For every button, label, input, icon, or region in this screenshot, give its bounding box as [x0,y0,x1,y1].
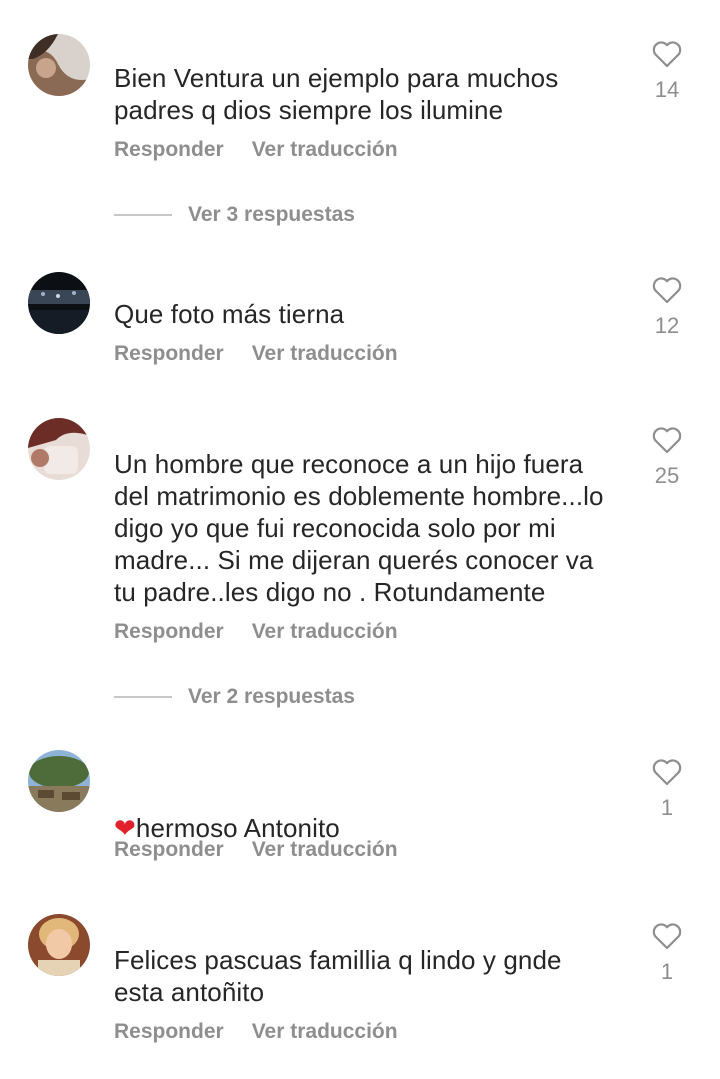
avatar-image [28,272,90,334]
translate-button[interactable]: Ver traducción [252,620,398,650]
reply-button[interactable]: Responder [114,138,224,168]
like-group: 25 [646,426,688,488]
view-replies-button[interactable]: Ver 2 respuestas [114,682,355,712]
replies-divider [114,214,172,216]
translate-button[interactable]: Ver traducción [252,838,398,868]
reply-button[interactable]: Responder [114,838,224,868]
heart-outline-icon[interactable] [652,758,682,786]
comment-actions: Responder Ver traducción [114,138,398,168]
comment-actions: Responder Ver traducción [114,342,398,372]
avatar[interactable] [28,914,90,976]
view-replies-label: Ver 3 respuestas [188,203,355,226]
replies-divider [114,696,172,698]
translate-button[interactable]: Ver traducción [252,1020,398,1050]
comment-text: ❤hermoso Antonito [114,780,634,844]
reply-button[interactable]: Responder [114,342,224,372]
comment-text: Que foto más tierna [114,299,345,329]
like-group: 14 [646,40,688,102]
avatar[interactable] [28,418,90,480]
heart-outline-icon[interactable] [652,276,682,304]
reply-button[interactable]: Responder [114,1020,224,1050]
like-count: 12 [654,313,680,338]
like-group: 12 [646,276,688,338]
heart-outline-icon[interactable] [652,40,682,68]
like-count: 1 [660,959,674,984]
view-replies-label: Ver 2 respuestas [188,685,355,708]
like-count: 25 [654,463,680,488]
translate-button[interactable]: Ver traducción [252,138,398,168]
comment-actions: Responder Ver traducción [114,620,398,650]
avatar[interactable] [28,34,90,96]
translate-button[interactable]: Ver traducción [252,342,398,372]
comment-text: Bien Ventura un ejemplo para muchos padr… [114,63,559,125]
comment-actions: Responder Ver traducción [114,838,398,868]
like-group: 1 [646,758,688,820]
avatar-image [28,418,90,480]
avatar[interactable] [28,272,90,334]
like-count: 14 [654,77,680,102]
avatar-image [28,34,90,96]
reply-button[interactable]: Responder [114,620,224,650]
avatar[interactable] [28,750,90,812]
comment-actions: Responder Ver traducción [114,1020,398,1050]
view-replies-button[interactable]: Ver 3 respuestas [114,200,355,230]
comment-text: Un hombre que reconoce a un hijo fuera d… [114,449,604,607]
heart-outline-icon[interactable] [652,922,682,950]
avatar-image [28,914,90,976]
like-count: 1 [660,795,674,820]
comment-text: Felices pascuas famillia q lindo y gnde … [114,945,562,1007]
heart-outline-icon[interactable] [652,426,682,454]
avatar-image [28,750,90,812]
like-group: 1 [646,922,688,984]
